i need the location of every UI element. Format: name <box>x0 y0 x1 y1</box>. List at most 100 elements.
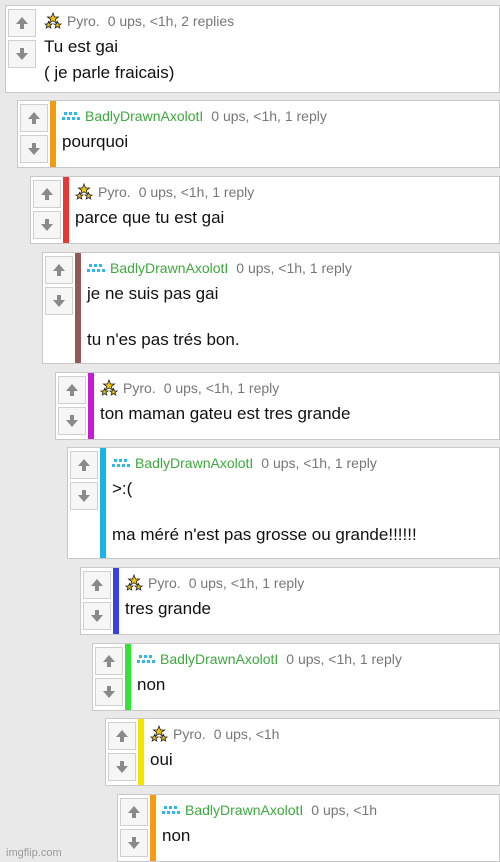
vote-controls <box>31 177 63 243</box>
upvote-button[interactable] <box>120 798 148 826</box>
comment-content: Pyro. 0 ups, <1h, 1 reply parce que tu est… <box>69 177 499 243</box>
comment: Pyro. 0 ups, <1h, 1 reply ton maman gateu … <box>55 372 500 440</box>
arrow-down-icon <box>91 610 103 622</box>
username-link[interactable]: BadlyDrawnAxolotI <box>185 802 303 818</box>
downvote-button[interactable] <box>70 482 98 510</box>
username-link[interactable]: BadlyDrawnAxolotI <box>135 455 253 471</box>
username-link[interactable]: BadlyDrawnAxolotI <box>110 260 228 276</box>
comment-header: BadlyDrawnAxolotI 0 ups, <1h, 1 reply <box>62 105 493 127</box>
downvote-button[interactable] <box>8 40 36 68</box>
comment: BadlyDrawnAxolotI 0 ups, <1h non <box>117 794 500 862</box>
vote-controls <box>81 568 113 634</box>
pixel-axolotl-icon[interactable] <box>112 454 130 472</box>
comment-meta: 0 ups, <1h, 1 reply <box>211 108 327 124</box>
watermark: imgflip.com <box>6 847 62 859</box>
comment-meta: 0 ups, <1h, 1 reply <box>261 455 377 471</box>
pixel-axolotl-icon[interactable] <box>137 650 155 668</box>
comment-meta: 0 ups, <1h, 1 reply <box>188 575 305 591</box>
username-link[interactable]: BadlyDrawnAxolotI <box>160 651 278 667</box>
arrow-up-icon <box>91 579 103 591</box>
arrow-down-icon <box>128 837 140 849</box>
comment: Pyro. 0 ups, <1h oui <box>105 718 500 786</box>
upvote-button[interactable] <box>108 722 136 750</box>
downvote-button[interactable] <box>120 829 148 857</box>
comment: BadlyDrawnAxolotI 0 ups, <1h, 1 reply je n… <box>42 252 500 364</box>
vote-controls <box>6 6 38 92</box>
comment-text-line: je ne suis pas gai <box>87 284 219 303</box>
comment-content: BadlyDrawnAxolotI 0 ups, <1h, 1 reply >:( m… <box>106 448 499 558</box>
comment-header: Pyro. 0 ups, <1h, 1 reply <box>99 377 493 399</box>
upvote-button[interactable] <box>70 451 98 479</box>
comment-body: Tu est gai ( je parle fraicais) <box>44 36 493 84</box>
comment-header: BadlyDrawnAxolotI 0 ups, <1h, 1 reply <box>87 257 493 279</box>
comment: BadlyDrawnAxolotI 0 ups, <1h, 1 reply >:( m… <box>67 447 500 559</box>
downvote-button[interactable] <box>45 287 73 315</box>
stars-icon[interactable] <box>74 182 94 201</box>
comment-meta: 0 ups, <1h, 1 reply <box>236 260 352 276</box>
comment-meta: 0 ups, <1h, 1 reply <box>286 651 402 667</box>
arrow-down-icon <box>28 143 40 155</box>
comment-body: >:( ma méré n'est pas grosse ou grande!!!… <box>112 478 493 546</box>
username-link[interactable]: BadlyDrawnAxolotI <box>85 108 203 124</box>
downvote-button[interactable] <box>33 211 61 239</box>
comment-header: BadlyDrawnAxolotI 0 ups, <1h, 1 reply <box>137 648 493 670</box>
username-link[interactable]: Pyro. <box>148 575 181 591</box>
comment-content: BadlyDrawnAxolotI 0 ups, <1h, 1 reply non <box>131 644 499 710</box>
downvote-button[interactable] <box>20 135 48 163</box>
stars-icon[interactable] <box>99 378 119 397</box>
stars-icon[interactable] <box>149 724 169 743</box>
comment-body: non <box>162 825 493 847</box>
vote-controls <box>93 644 125 710</box>
downvote-button[interactable] <box>58 407 86 435</box>
pixel-axolotl-icon[interactable] <box>62 107 80 125</box>
upvote-button[interactable] <box>45 256 73 284</box>
comment-meta: 0 ups, <1h, 1 reply <box>163 380 280 396</box>
arrow-up-icon <box>53 264 65 276</box>
stars-icon[interactable] <box>43 11 63 30</box>
comment-text-line: >:( <box>112 479 133 498</box>
upvote-button[interactable] <box>33 180 61 208</box>
comment-text-line: tres grande <box>125 599 211 618</box>
comment: Pyro. 0 ups, <1h, 1 reply parce que tu est… <box>30 176 500 244</box>
comment-body: je ne suis pas gai tu n'es pas trés bon. <box>87 283 493 351</box>
comment-text-line: pourquoi <box>62 132 129 151</box>
arrow-up-icon <box>103 655 115 667</box>
vote-controls <box>18 101 50 167</box>
username-link[interactable]: Pyro. <box>67 13 100 29</box>
comment-content: Pyro. 0 ups, <1h oui <box>144 719 499 785</box>
comment-header: BadlyDrawnAxolotI 0 ups, <1h <box>162 799 493 821</box>
pixel-axolotl-icon[interactable] <box>87 259 105 277</box>
comment-meta: 0 ups, <1h, 2 replies <box>107 13 235 29</box>
arrow-down-icon <box>41 219 53 231</box>
comment-body: ton maman gateu est tres grande <box>100 403 493 425</box>
downvote-button[interactable] <box>83 602 111 630</box>
vote-controls <box>106 719 138 785</box>
arrow-up-icon <box>41 188 53 200</box>
username-link[interactable]: Pyro. <box>98 184 131 200</box>
upvote-button[interactable] <box>95 647 123 675</box>
pixel-axolotl-icon[interactable] <box>162 801 180 819</box>
downvote-button[interactable] <box>95 678 123 706</box>
comment-content: Pyro. 0 ups, <1h, 1 reply tres grande <box>119 568 499 634</box>
downvote-button[interactable] <box>108 753 136 781</box>
comment: BadlyDrawnAxolotI 0 ups, <1h, 1 reply non <box>92 643 500 711</box>
comment: Pyro. 0 ups, <1h, 1 reply tres grande <box>80 567 500 635</box>
username-link[interactable]: Pyro. <box>173 726 206 742</box>
comment-content: Pyro. 0 ups, <1h, 2 replies Tu est gai ( je… <box>38 6 499 92</box>
comment-header: BadlyDrawnAxolotI 0 ups, <1h, 1 reply <box>112 452 493 474</box>
arrow-up-icon <box>116 730 128 742</box>
comment-text-line: non <box>137 675 166 694</box>
username-link[interactable]: Pyro. <box>123 380 156 396</box>
comment-body: parce que tu est gai <box>75 207 493 229</box>
upvote-button[interactable] <box>20 104 48 132</box>
arrow-down-icon <box>53 295 65 307</box>
upvote-button[interactable] <box>58 376 86 404</box>
stars-icon[interactable] <box>124 573 144 592</box>
upvote-button[interactable] <box>83 571 111 599</box>
vote-controls <box>118 795 150 861</box>
arrow-down-icon <box>66 415 78 427</box>
comment-text-line: Tu est gai <box>44 37 119 56</box>
comment-text-line: ( je parle fraicais) <box>44 63 175 82</box>
upvote-button[interactable] <box>8 9 36 37</box>
comment-text-line: ma méré n'est pas grosse ou grande!!!!!! <box>112 525 417 544</box>
